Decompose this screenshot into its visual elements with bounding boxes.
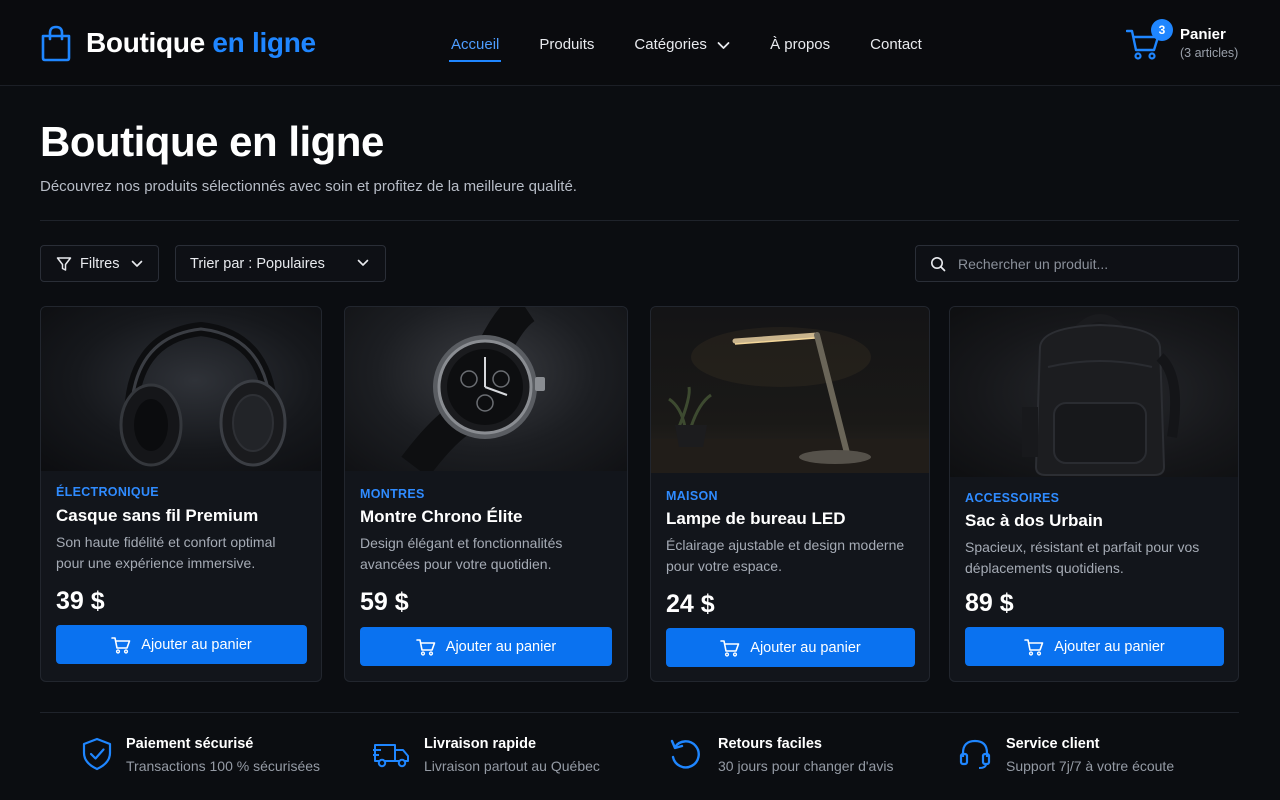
feature-subtitle: Livraison partout au Québec xyxy=(424,758,600,774)
truck-icon xyxy=(373,744,409,768)
headphones-icon xyxy=(119,321,287,467)
feature-secure-payment: Paiement sécurisé Transactions 100 % séc… xyxy=(80,735,330,779)
feature-subtitle: Transactions 100 % sécurisées xyxy=(126,758,321,774)
desk-lamp-icon xyxy=(651,327,929,473)
shopping-cart-icon xyxy=(415,638,436,656)
page-subtitle: Découvrez nos produits sélectionnés avec… xyxy=(40,178,577,195)
add-to-cart-button[interactable]: Ajouter au panier xyxy=(666,628,915,667)
page-title: Boutique en ligne xyxy=(40,118,384,165)
product-category: ACCESSOIRES xyxy=(965,491,1060,505)
chevron-down-icon xyxy=(717,41,730,49)
cart-button[interactable]: 3 Panier (3 articles) xyxy=(1126,19,1246,64)
feature-title: Livraison rapide xyxy=(424,736,537,752)
shopping-bag-icon xyxy=(41,25,71,62)
feature-title: Retours faciles xyxy=(718,736,822,752)
cart-subtitle: (3 articles) xyxy=(1180,46,1239,60)
add-to-cart-label: Ajouter au panier xyxy=(445,638,557,655)
product-price: 89 $ xyxy=(965,589,1014,617)
product-category: MONTRES xyxy=(360,487,425,501)
nav-item-a-propos[interactable]: À propos xyxy=(770,36,830,53)
nav-item-categories-label: Catégories xyxy=(634,36,707,53)
shield-check-icon xyxy=(82,737,112,771)
brand-name-accent: en ligne xyxy=(212,27,316,58)
shopping-cart-icon xyxy=(720,639,740,657)
site-header: Boutique en ligne Accueil Produits Catég… xyxy=(0,0,1280,86)
shopping-cart-icon xyxy=(111,636,131,654)
filter-icon xyxy=(56,256,72,271)
product-price: 24 $ xyxy=(666,590,715,618)
product-description: Éclairage ajustable et design moderne po… xyxy=(666,537,905,574)
product-price: 59 $ xyxy=(360,588,409,616)
headset-icon xyxy=(959,739,991,769)
add-to-cart-button[interactable]: Ajouter au panier xyxy=(360,627,612,666)
product-card[interactable]: MONTRES Montre Chrono Élite Design éléga… xyxy=(344,306,628,682)
feature-easy-returns: Retours faciles 30 jours pour changer d'… xyxy=(668,735,918,779)
nav-item-accueil[interactable]: Accueil xyxy=(448,36,502,62)
feature-title: Service client xyxy=(1006,736,1100,752)
product-image[interactable] xyxy=(345,307,627,471)
product-image[interactable] xyxy=(41,307,321,471)
return-arrow-icon xyxy=(670,739,700,769)
product-card[interactable]: MAISON Lampe de bureau LED Éclairage aju… xyxy=(650,306,930,682)
nav-item-contact[interactable]: Contact xyxy=(870,36,922,53)
product-name: Casque sans fil Premium xyxy=(56,506,259,525)
feature-title: Paiement sécurisé xyxy=(126,736,254,752)
product-image[interactable] xyxy=(950,307,1238,477)
brand-logo[interactable]: Boutique en ligne xyxy=(40,24,316,62)
feature-subtitle: 30 jours pour changer d'avis xyxy=(718,758,894,774)
add-to-cart-label: Ajouter au panier xyxy=(1054,638,1165,655)
add-to-cart-label: Ajouter au panier xyxy=(750,639,861,656)
product-image[interactable] xyxy=(651,307,929,473)
cart-title: Panier xyxy=(1180,26,1226,43)
product-description: Son haute fidélité et confort optimal po… xyxy=(56,534,276,571)
search-icon xyxy=(931,256,946,271)
cart-count-badge: 3 xyxy=(1151,19,1173,41)
feature-fast-delivery: Livraison rapide Livraison partout au Qu… xyxy=(373,735,623,779)
search-input[interactable] xyxy=(958,255,1218,272)
product-card[interactable]: ÉLECTRONIQUE Casque sans fil Premium Son… xyxy=(40,306,322,682)
brand-name-main: Boutique xyxy=(86,27,205,58)
product-name: Montre Chrono Élite xyxy=(360,507,523,526)
product-price: 39 $ xyxy=(56,587,105,615)
shopping-cart-icon xyxy=(1024,638,1044,656)
chevron-down-icon xyxy=(132,260,143,267)
section-divider xyxy=(40,220,1239,221)
sort-select-value: Trier par : Populaires xyxy=(190,255,325,272)
add-to-cart-button[interactable]: Ajouter au panier xyxy=(965,627,1224,666)
main-nav: Accueil Produits Catégories À propos Con… xyxy=(448,36,922,62)
brand-name: Boutique en ligne xyxy=(86,27,316,59)
product-category: MAISON xyxy=(666,489,718,503)
filters-label: Filtres xyxy=(80,255,120,272)
chevron-down-icon xyxy=(357,259,369,266)
product-card[interactable]: ACCESSOIRES Sac à dos Urbain Spacieux, r… xyxy=(949,306,1239,682)
product-name: Lampe de bureau LED xyxy=(666,509,846,528)
product-name: Sac à dos Urbain xyxy=(965,511,1103,530)
backpack-icon xyxy=(1022,314,1181,476)
feature-customer-service: Service client Support 7j/7 à votre écou… xyxy=(958,735,1208,779)
feature-subtitle: Support 7j/7 à votre écoute xyxy=(1006,758,1175,774)
filters-button[interactable]: Filtres xyxy=(40,245,159,282)
add-to-cart-label: Ajouter au panier xyxy=(141,636,252,653)
wristwatch-icon xyxy=(401,307,545,471)
search-box xyxy=(915,245,1239,282)
sort-select[interactable]: Trier par : Populaires xyxy=(175,245,386,282)
nav-item-categories[interactable]: Catégories xyxy=(634,36,730,53)
product-description: Spacieux, résistant et parfait pour vos … xyxy=(965,539,1200,576)
product-category: ÉLECTRONIQUE xyxy=(56,485,159,499)
nav-item-produits[interactable]: Produits xyxy=(539,36,594,53)
footer-divider xyxy=(40,712,1239,713)
product-description: Design élégant et fonctionnalités avancé… xyxy=(360,535,563,572)
add-to-cart-button[interactable]: Ajouter au panier xyxy=(56,625,307,664)
